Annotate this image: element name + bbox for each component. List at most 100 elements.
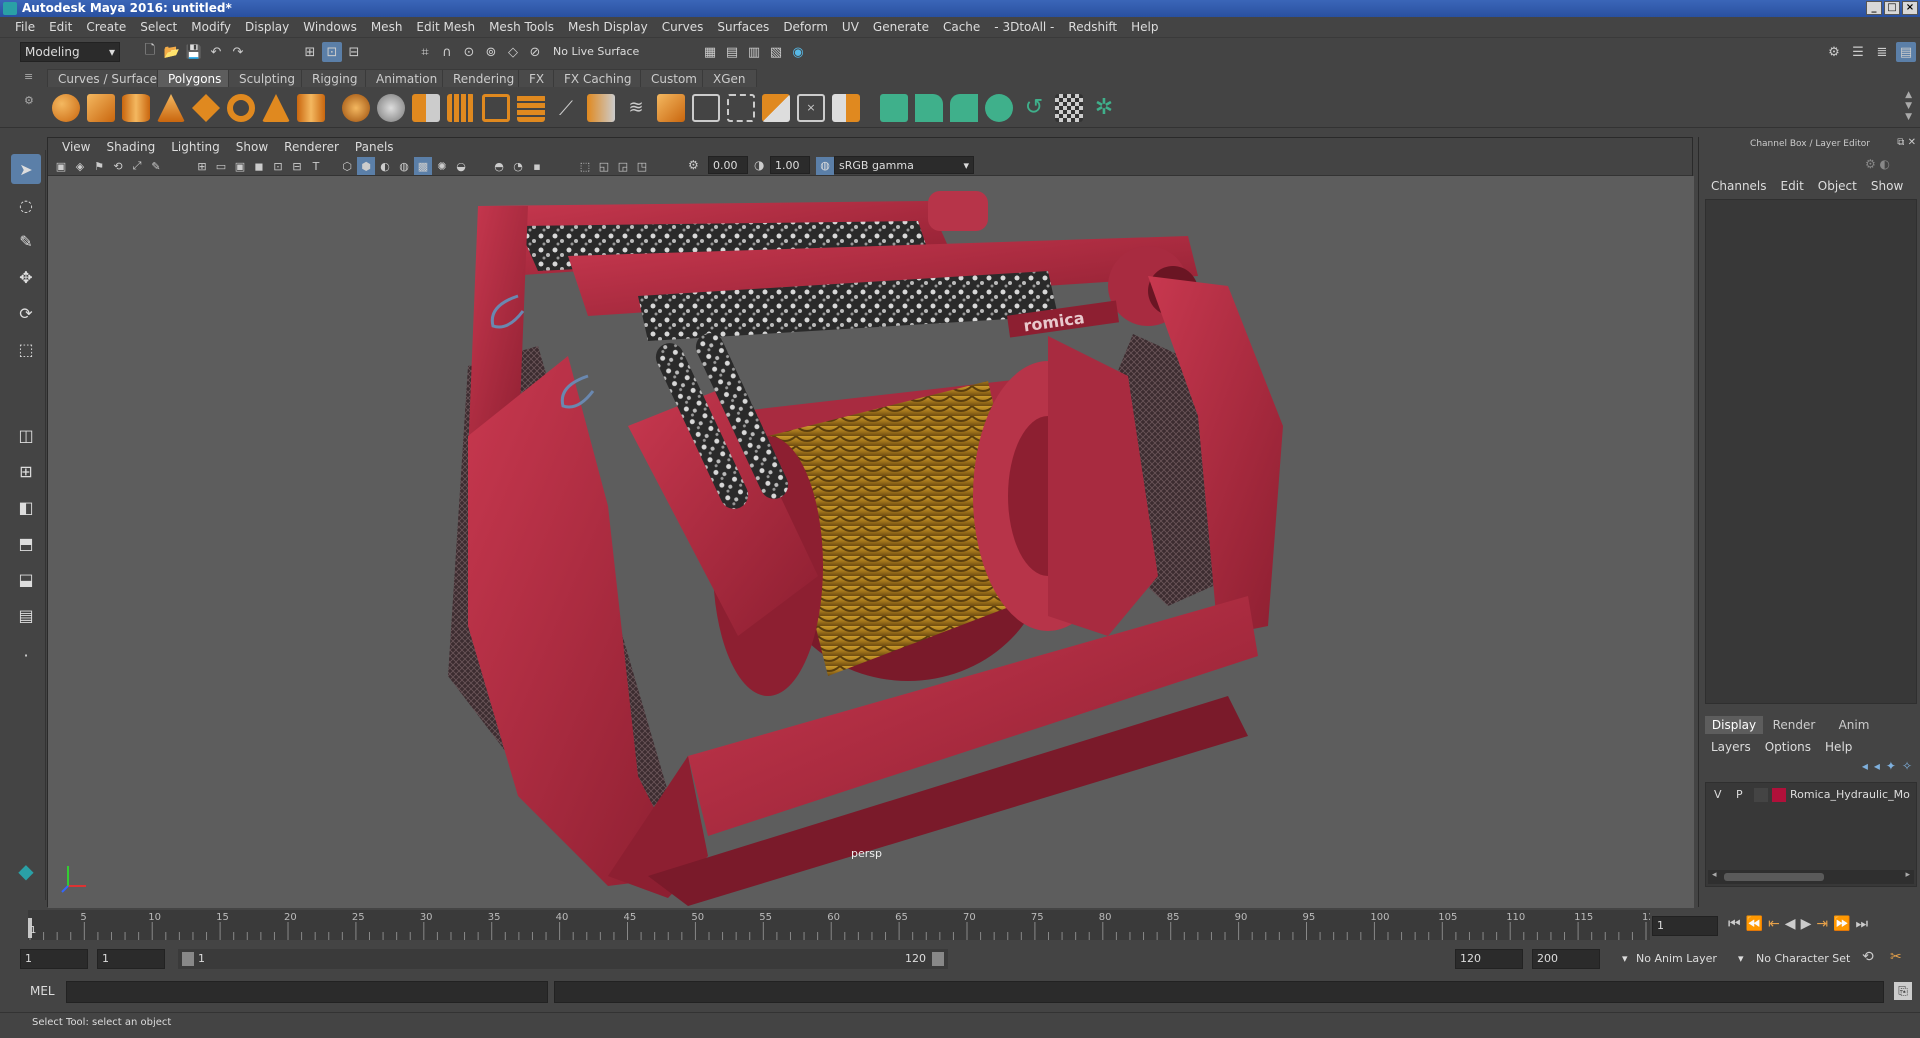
rotate-tool-icon[interactable]: ⟳ [11,298,41,328]
tool-settings-icon[interactable]: ≣ [1872,42,1892,62]
hypershade-layout-icon[interactable]: ▤ [11,600,41,630]
attribute-editor-icon[interactable]: ☰ [1848,42,1868,62]
camera-select-icon[interactable]: ▣ [52,157,70,175]
layer-scrollbar[interactable]: ◂ ▸ [1708,870,1914,884]
modeling-toolkit-icon[interactable]: ⚙ [1824,42,1844,62]
menu-generate[interactable]: Generate [866,20,936,34]
render-frame-icon[interactable]: ▤ [722,42,742,62]
redo-icon[interactable]: ↷ [228,42,248,62]
bookmark-icon[interactable]: ⚑ [90,157,108,175]
character-set-dropdown[interactable]: ▾ No Character Set [1738,949,1858,969]
motion-blur-icon[interactable]: ◔ [509,157,527,175]
menu-create[interactable]: Create [79,20,133,34]
shadows-icon[interactable]: ◒ [452,157,470,175]
layer-playback-toggle[interactable]: P [1736,788,1743,801]
le-menu-layers[interactable]: Layers [1711,740,1751,754]
time-ruler[interactable]: 5 10 15 20 25 30 35 40 45 50 55 60 65 70 75 80 85 90 95 100… [28,910,1661,940]
field-chart-icon[interactable]: ⊡ [269,157,287,175]
layout-options-icon[interactable]: · [11,640,41,670]
tab-display[interactable]: Display [1705,716,1763,734]
poly-pyramid-icon[interactable] [262,94,290,122]
menu-3dtoall[interactable]: - 3DtoAll - [987,20,1061,34]
combine-icon[interactable] [342,94,370,122]
persp-graph-layout-icon[interactable]: ⬓ [11,564,41,594]
anti-aliasing-icon[interactable]: ▪ [528,157,546,175]
target-weld-icon[interactable] [657,94,685,122]
layer-color-swatch[interactable] [1772,788,1786,802]
playback-end-field[interactable]: 120 [1455,949,1523,969]
wireframe-icon[interactable]: ⬡ [338,157,356,175]
menu-windows[interactable]: Windows [296,20,364,34]
tab-anim[interactable]: Anim [1825,716,1883,734]
wireframe-on-shaded-icon[interactable]: ◐ [376,157,394,175]
le-menu-help[interactable]: Help [1825,740,1852,754]
textured-icon[interactable]: ▩ [414,157,432,175]
layer-visibility-toggle[interactable]: V [1714,788,1722,801]
screen-space-ao-icon[interactable]: ◓ [490,157,508,175]
anim-layer-dropdown[interactable]: ▾ No Anim Layer [1622,949,1732,969]
tab-sculpting[interactable]: Sculpting [228,69,307,87]
poly-sphere-icon[interactable] [52,94,80,122]
single-pane-layout-icon[interactable]: ◫ [11,420,41,450]
poly-torus-icon[interactable] [227,94,255,122]
step-back-key-icon[interactable]: ⏪ [1746,916,1763,932]
menu-edit-mesh[interactable]: Edit Mesh [409,20,482,34]
menu-mesh-tools[interactable]: Mesh Tools [482,20,561,34]
layer-row[interactable]: V P Romica_Hydraulic_Mo [1708,786,1914,804]
menu-mesh-display[interactable]: Mesh Display [561,20,655,34]
go-to-start-icon[interactable]: ⏮ [1728,916,1741,932]
scale-tool-icon[interactable]: ⬚ [11,334,41,364]
image-plane-icon[interactable]: ⟲ [109,157,127,175]
xray-joints-icon[interactable]: ◲ [614,157,632,175]
time-slider[interactable]: 5 10 15 20 25 30 35 40 45 50 55 60 65 70 75 80 85 90 95 100… [0,908,1920,943]
menu-mesh[interactable]: Mesh [364,20,410,34]
default-material-icon[interactable]: ◍ [395,157,413,175]
vp-menu-show[interactable]: Show [228,140,276,154]
use-all-lights-icon[interactable]: ✺ [433,157,451,175]
shelf-scroll-icon[interactable]: ▲ ▼ ▼ [1905,90,1912,123]
xray-components-icon[interactable]: ◳ [633,157,651,175]
open-scene-icon[interactable]: 📂 [162,42,182,62]
tab-rendering[interactable]: Rendering [442,69,526,87]
menu-uv[interactable]: UV [835,20,866,34]
vp-menu-panels[interactable]: Panels [347,140,402,154]
slide-edge-icon[interactable] [832,94,860,122]
menu-surfaces[interactable]: Surfaces [710,20,776,34]
mode-dropdown[interactable]: Modeling ▾ [20,42,120,62]
cb-menu-channels[interactable]: Channels [1711,179,1767,193]
grease-pencil-icon[interactable]: ✎ [147,157,165,175]
menu-display[interactable]: Display [238,20,296,34]
xray-icon[interactable]: ◱ [595,157,613,175]
unfold-uv-icon[interactable]: ↺ [1020,94,1048,122]
vp-menu-renderer[interactable]: Renderer [276,140,347,154]
persp-outliner-layout-icon[interactable]: ⬒ [11,528,41,558]
append-polygon-icon[interactable] [587,94,615,122]
new-layer-icon[interactable]: ✧ [1902,759,1912,773]
menu-redshift[interactable]: Redshift [1061,20,1124,34]
menu-select[interactable]: Select [133,20,184,34]
step-back-frame-icon[interactable]: ⇤ [1768,916,1780,932]
lasso-tool-icon[interactable]: ◌ [11,190,41,220]
multi-cut-icon[interactable]: ≋ [622,94,650,122]
edge-loop-icon[interactable] [692,94,720,122]
animation-end-field[interactable]: 200 [1532,949,1600,969]
separate-icon[interactable] [377,94,405,122]
playback-start-field[interactable]: 1 [97,949,165,969]
menu-deform[interactable]: Deform [776,20,835,34]
play-backward-icon[interactable]: ◀ [1785,916,1796,932]
tab-xgen[interactable]: XGen [702,69,757,87]
tab-rigging[interactable]: Rigging [301,69,369,87]
cylindrical-map-icon[interactable] [950,94,978,122]
vp-menu-shading[interactable]: Shading [98,140,163,154]
grid-toggle-icon[interactable]: ⊞ [193,157,211,175]
tab-polygons[interactable]: Polygons [157,69,233,87]
quad-draw-icon[interactable]: × [797,94,825,122]
snap-surface-icon[interactable]: ◇ [503,42,523,62]
poly-pipe-icon[interactable] [297,94,325,122]
menu-file[interactable]: File [8,20,42,34]
panel-close-icon[interactable]: ⧉ ✕ [1897,137,1916,148]
color-space-dropdown[interactable]: sRGB gamma ▾ [834,156,974,174]
vp-menu-view[interactable]: View [54,140,98,154]
checker-map-icon[interactable] [1055,94,1083,122]
insert-edge-loop-icon[interactable] [727,94,755,122]
